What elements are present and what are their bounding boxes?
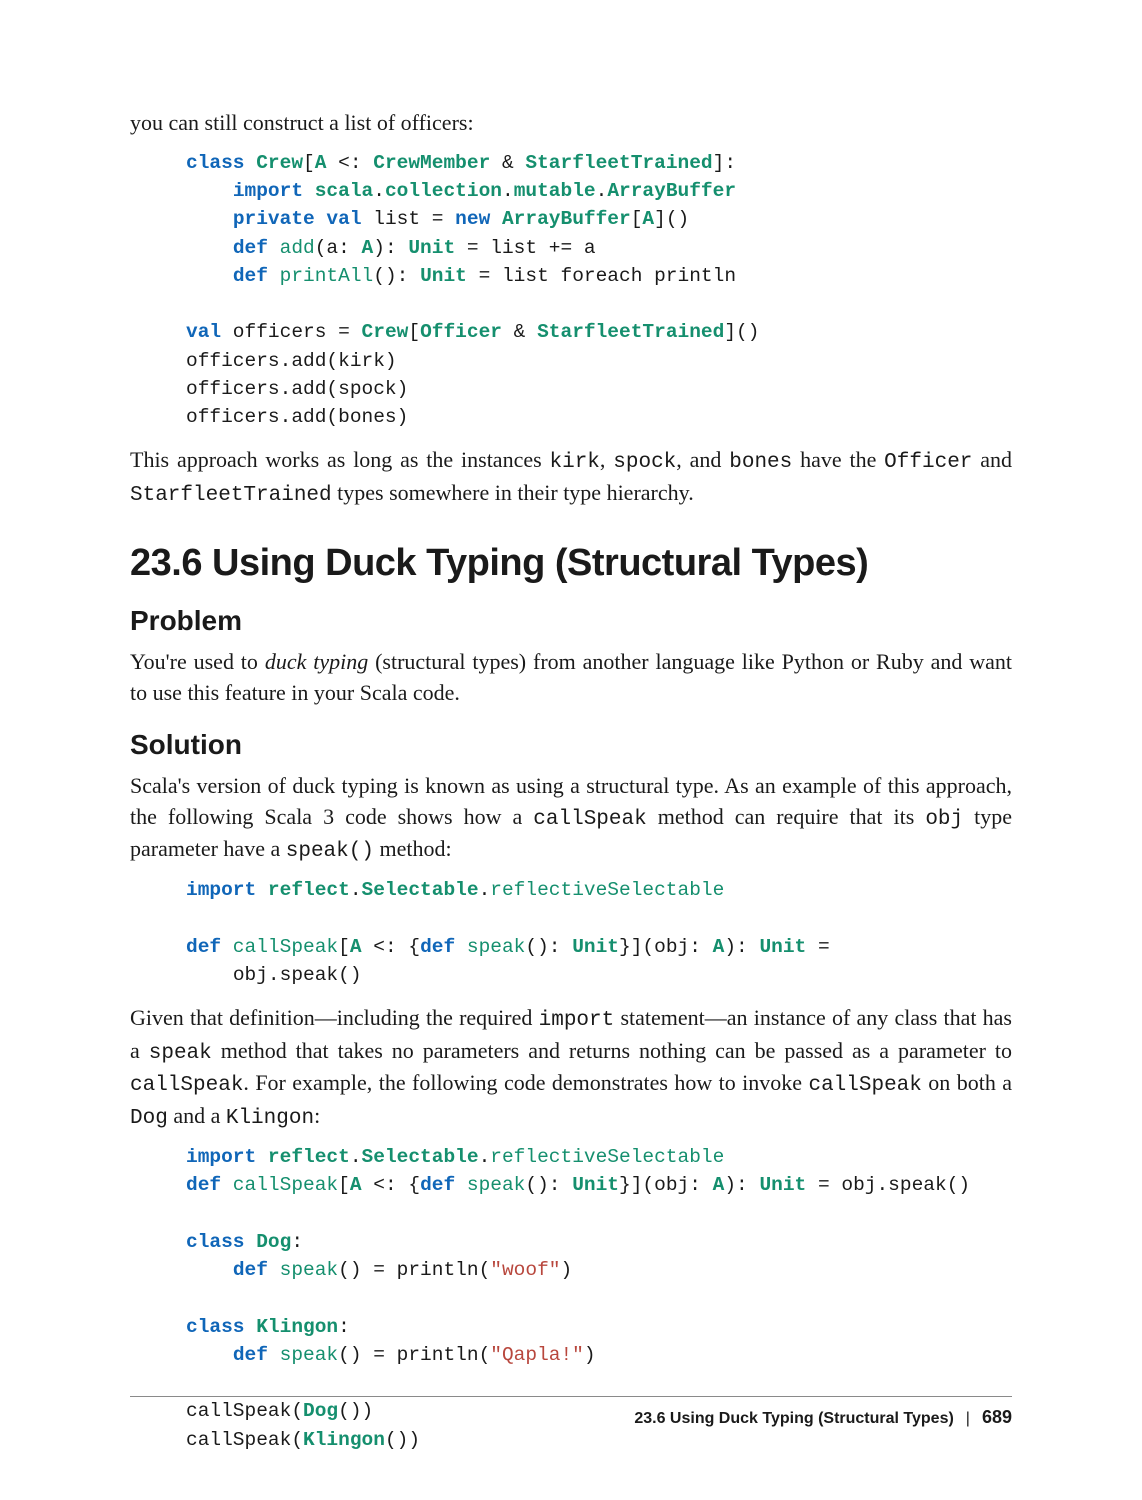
page-number: 689 <box>982 1407 1012 1428</box>
solution-paragraph-2: Given that definition—including the requ… <box>130 1003 1012 1133</box>
paragraph-after-code1: This approach works as long as the insta… <box>130 445 1012 510</box>
code-block-1: class Crew[A <: CrewMember & StarfleetTr… <box>186 149 1012 432</box>
solution-paragraph-1: Scala's version of duck typing is known … <box>130 771 1012 867</box>
footer-separator: | <box>966 1410 970 1428</box>
code-block-2: import reflect.Selectable.reflectiveSele… <box>186 876 1012 989</box>
section-title: 23.6 Using Duck Typing (Structural Types… <box>130 542 1012 585</box>
problem-heading: Problem <box>130 605 1012 637</box>
solution-heading: Solution <box>130 729 1012 761</box>
page: you can still construct a list of office… <box>0 0 1142 1500</box>
intro-paragraph: you can still construct a list of office… <box>130 108 1012 139</box>
problem-paragraph: You're used to duck typing (structural t… <box>130 647 1012 709</box>
footer-section-title: 23.6 Using Duck Typing (Structural Types… <box>634 1410 953 1428</box>
page-footer: 23.6 Using Duck Typing (Structural Types… <box>130 1396 1012 1428</box>
